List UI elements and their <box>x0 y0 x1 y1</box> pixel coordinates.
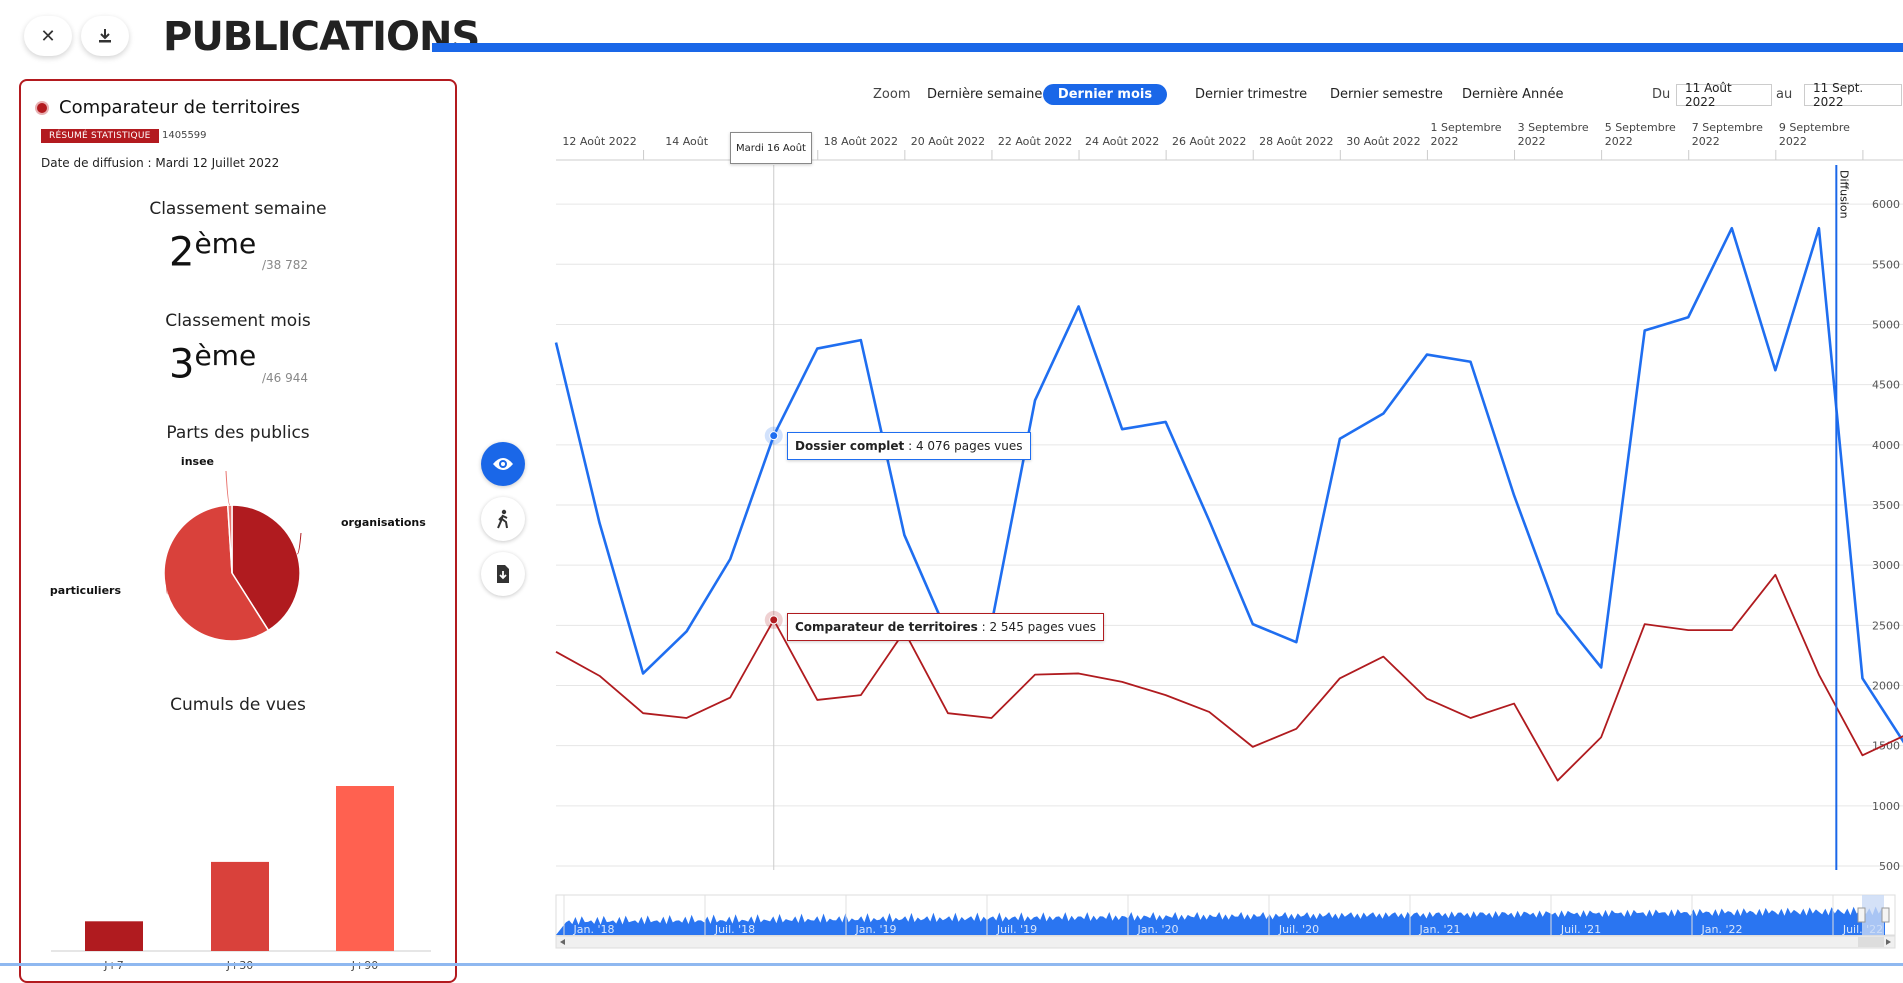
navigator-label-5: Juil. '20 <box>1278 923 1319 936</box>
y-tick-2000: 2000 <box>1872 679 1900 692</box>
views-line-chart: 1000 1500 2000 2500 3000 3500 4000 4500 5000 5500… <box>554 121 1903 949</box>
x-tick-label-13: 24 Août 2022 <box>1085 135 1159 148</box>
x-tick-label-11: 22 Août 2022 <box>998 135 1072 148</box>
series-line-0 <box>554 226 1903 744</box>
navigator-label-7: Juil. '21 <box>1560 923 1601 936</box>
y-tick-4000: 4000 <box>1872 439 1900 452</box>
navigator-scroll-thumb <box>1858 937 1884 947</box>
hover-marker-1 <box>769 615 779 625</box>
x-tick-label-17: 28 Août 2022 <box>1259 135 1333 148</box>
navigator-label-4: Jan. '20 <box>1137 923 1179 936</box>
y-tick-1500: 1500 <box>1872 740 1900 753</box>
hover-date-tooltip: Mardi 16 Août <box>730 132 812 164</box>
y-tick-1000: 1000 <box>1872 800 1900 813</box>
navigator-label-8: Jan. '22 <box>1701 923 1743 936</box>
navigator-label-3: Juil. '19 <box>996 923 1037 936</box>
x-tick-label-9: 20 Août 2022 <box>911 135 985 148</box>
y-tick-4500: 4500 <box>1872 379 1900 392</box>
x-tick-label-25: 5 Septembre <box>1605 121 1676 134</box>
y-tick-6000: 6000 <box>1872 198 1900 211</box>
navigator-label-6: Jan. '21 <box>1419 923 1461 936</box>
x-tick-label-year-29: 2022 <box>1779 135 1807 148</box>
x-tick-label-year-23: 2022 <box>1518 135 1546 148</box>
x-tick-label-7: 18 Août 2022 <box>824 135 898 148</box>
y-tick-5500: 5500 <box>1872 258 1900 271</box>
x-tick-label-21: 1 Septembre <box>1431 121 1502 134</box>
series-line-1 <box>555 573 1903 782</box>
tooltip-dossier-name: Dossier complet <box>795 439 905 453</box>
diffusion-label: Diffusion <box>1837 170 1850 219</box>
tooltip-dossier: Dossier complet : 4 076 pages vues <box>787 432 1031 460</box>
hover-marker-0 <box>769 431 779 441</box>
x-tick-label-year-25: 2022 <box>1605 135 1633 148</box>
navigator-scrollbar <box>555 935 1896 949</box>
tooltip-comparateur: Comparateur de territoires : 2 545 pages… <box>787 613 1105 641</box>
x-tick-label-1: 12 Août 2022 <box>562 135 636 148</box>
x-tick-label-27: 7 Septembre <box>1692 121 1763 134</box>
navigator-handle-left <box>1857 907 1866 923</box>
x-tick-label-15: 26 Août 2022 <box>1172 135 1246 148</box>
y-tick-2500: 2500 <box>1872 619 1900 632</box>
x-tick-label-29: 9 Septembre <box>1779 121 1850 134</box>
tooltip-dossier-value: : 4 076 pages vues <box>904 439 1023 453</box>
x-tick-label-3: 14 Août <box>665 135 709 148</box>
navigator-label-1: Juil. '18 <box>714 923 755 936</box>
tooltip-comparateur-name: Comparateur de territoires <box>795 620 978 634</box>
y-tick-3000: 3000 <box>1872 559 1900 572</box>
navigator-label-2: Jan. '19 <box>855 923 897 936</box>
x-tick-label-year-27: 2022 <box>1692 135 1720 148</box>
y-tick-500: 500 <box>1879 860 1900 873</box>
navigator-handle-right <box>1881 907 1890 923</box>
x-tick-label-year-21: 2022 <box>1431 135 1459 148</box>
tooltip-comparateur-value: : 2 545 pages vues <box>977 620 1097 634</box>
y-tick-3500: 3500 <box>1872 499 1900 512</box>
x-tick-label-19: 30 Août 2022 <box>1346 135 1420 148</box>
navigator-label-0: Jan. '18 <box>573 923 615 936</box>
x-tick-label-23: 3 Septembre <box>1518 121 1589 134</box>
y-tick-5000: 5000 <box>1872 318 1900 331</box>
